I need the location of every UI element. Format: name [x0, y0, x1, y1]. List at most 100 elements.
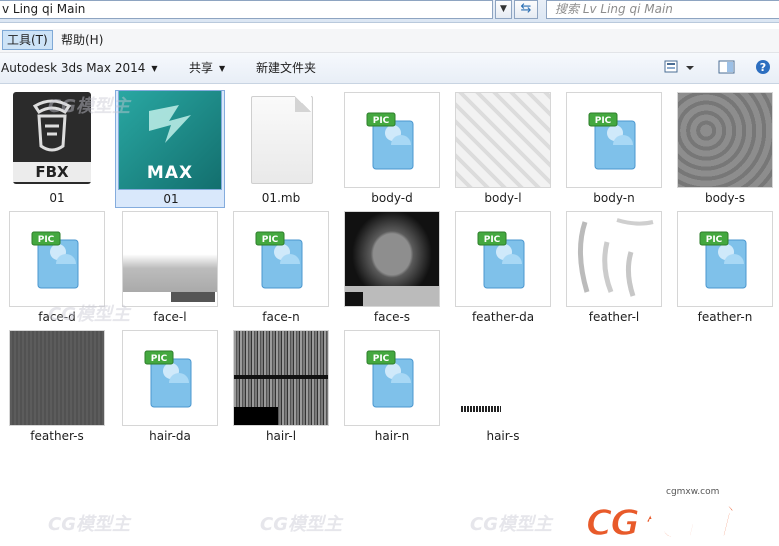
chevron-down-icon: ▼ — [151, 64, 158, 73]
file-thumbnail — [344, 211, 440, 307]
svg-text:?: ? — [760, 61, 766, 74]
texture-preview — [456, 93, 550, 187]
chevron-down-icon: ▼ — [219, 64, 226, 73]
file-name: 01 — [49, 191, 65, 205]
menu-help[interactable]: 帮助(H) — [57, 30, 107, 50]
picture-file-icon: PIC — [10, 212, 104, 306]
path-field[interactable]: v Ling qi Main — [0, 0, 493, 19]
picture-file-icon: PIC — [123, 331, 217, 425]
refresh-icon: ⇆ — [520, 1, 532, 16]
file-thumbnail: PIC — [677, 211, 773, 307]
file-name: hair-s — [486, 429, 520, 443]
file-item[interactable]: body-l — [448, 90, 558, 208]
help-icon: ? — [756, 60, 770, 74]
file-item[interactable]: FBX 01 — [2, 90, 112, 208]
texture-preview — [10, 331, 104, 425]
new-folder-button[interactable]: 新建文件夹 — [256, 60, 316, 76]
picture-file-icon: PIC — [567, 93, 661, 187]
file-thumbnail — [455, 330, 551, 426]
file-item[interactable]: feather-l — [559, 209, 669, 327]
texture-preview — [678, 93, 772, 187]
file-thumbnail: PIC — [344, 330, 440, 426]
file-name: face-d — [38, 310, 76, 324]
texture-detail — [345, 292, 363, 306]
page-fold — [295, 96, 311, 112]
chevron-down-icon: ▼ — [500, 4, 507, 14]
file-name: feather-l — [588, 310, 640, 324]
preview-pane-button[interactable] — [718, 59, 736, 75]
file-name: feather-n — [697, 310, 753, 324]
file-item[interactable]: PIC body-n — [559, 90, 669, 208]
texture-detail — [461, 406, 501, 412]
file-thumbnail — [233, 92, 329, 188]
file-thumbnail — [122, 211, 218, 307]
max-label: MAX — [146, 163, 194, 183]
file-item[interactable]: PIC face-d — [2, 209, 112, 327]
search-input[interactable]: 搜索 Lv Ling qi Main — [546, 0, 779, 19]
file-name: 01 — [163, 192, 179, 206]
file-thumbnail — [455, 92, 551, 188]
texture-detail — [171, 292, 215, 302]
file-thumbnail: PIC — [566, 92, 662, 188]
file-item[interactable]: PIC feather-n — [670, 209, 779, 327]
file-thumbnail: FBX — [9, 92, 105, 188]
file-name: body-d — [371, 191, 413, 205]
file-item[interactable]: PIC hair-da — [115, 328, 225, 446]
file-item[interactable]: body-s — [670, 90, 779, 208]
file-name: hair-da — [149, 429, 191, 443]
picture-file-icon: PIC — [345, 331, 439, 425]
watermark-logo: cgmxw.com CG模型主 — [585, 482, 774, 545]
picture-file-icon: PIC — [234, 212, 328, 306]
help-button[interactable]: ? — [755, 59, 771, 75]
svg-text:PIC: PIC — [706, 235, 723, 245]
menu-bar: 工具(T) 帮助(H) — [0, 29, 779, 53]
file-grid: FBX 01 MAX 01 01.mb PIC body-d body-l PIC body-n b… — [0, 84, 779, 546]
open-with-button[interactable]: Autodesk 3ds Max 2014 ▼ — [1, 60, 158, 77]
svg-text:PIC: PIC — [151, 354, 168, 364]
file-item[interactable]: feather-s — [2, 328, 112, 446]
view-options-button[interactable] — [664, 59, 696, 75]
file-item[interactable]: hair-l — [226, 328, 336, 446]
file-name: feather-da — [471, 310, 535, 324]
fbx-label: FBX — [13, 162, 91, 182]
file-thumbnail: PIC — [233, 211, 329, 307]
file-item[interactable]: MAX 01 — [115, 90, 225, 208]
file-thumbnail: MAX — [118, 90, 222, 190]
texture-detail — [234, 375, 328, 379]
max-file-icon: MAX — [119, 91, 221, 189]
command-bar: Autodesk 3ds Max 2014 ▼ 共享 ▼ 新建文件夹 ? — [0, 53, 779, 84]
file-item[interactable]: PIC body-d — [337, 90, 447, 208]
file-item[interactable]: face-l — [115, 209, 225, 327]
file-thumbnail — [566, 211, 662, 307]
svg-text:PIC: PIC — [373, 116, 390, 126]
fbx-file-icon: FBX — [13, 92, 91, 184]
file-thumbnail: PIC — [9, 211, 105, 307]
file-item[interactable]: hair-s — [448, 328, 558, 446]
open-with-label: Autodesk 3ds Max 2014 — [1, 61, 146, 75]
share-button[interactable]: 共享 ▼ — [189, 60, 225, 77]
picture-file-icon: PIC — [678, 212, 772, 306]
texture-preview — [567, 212, 661, 306]
picture-file-icon: PIC — [456, 212, 550, 306]
file-item[interactable]: PIC face-n — [226, 209, 336, 327]
file-item[interactable]: face-s — [337, 209, 447, 327]
file-item[interactable]: 01.mb — [226, 90, 336, 208]
file-item[interactable]: PIC feather-da — [448, 209, 558, 327]
file-name: face-n — [262, 310, 300, 324]
file-thumbnail: PIC — [344, 92, 440, 188]
svg-text:PIC: PIC — [373, 354, 390, 364]
file-name: body-s — [704, 191, 746, 205]
file-thumbnail: PIC — [122, 330, 218, 426]
file-thumbnail — [677, 92, 773, 188]
view-icon — [664, 60, 694, 73]
path-dropdown-button[interactable]: ▼ — [495, 0, 512, 19]
svg-text:PIC: PIC — [484, 235, 501, 245]
preview-pane-icon — [718, 60, 735, 74]
file-item[interactable]: PIC hair-n — [337, 328, 447, 446]
svg-text:PIC: PIC — [595, 116, 612, 126]
file-name: feather-s — [30, 429, 84, 443]
refresh-button[interactable]: ⇆ — [514, 0, 538, 19]
share-label: 共享 — [189, 61, 214, 75]
file-name: body-n — [593, 191, 635, 205]
menu-tools[interactable]: 工具(T) — [2, 30, 53, 50]
